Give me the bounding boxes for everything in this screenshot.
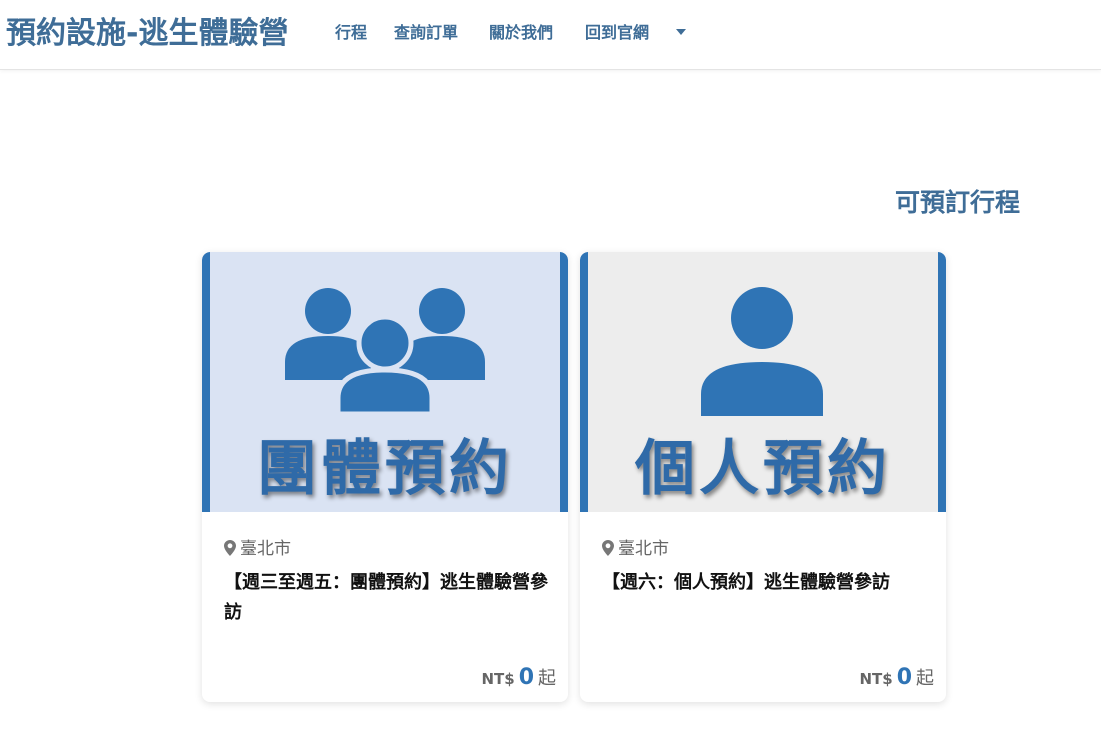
card-location: 臺北市 [224, 534, 291, 559]
price-currency: NT$ [481, 670, 515, 688]
location-pin-icon [224, 540, 236, 556]
price-currency: NT$ [859, 670, 893, 688]
card-title[interactable]: 【週六：個人預約】逃生體驗營參訪 [602, 568, 932, 598]
brand-title[interactable]: 預約設施-逃生體驗營 [6, 14, 288, 54]
card-price: NT$ 0 起 [859, 664, 934, 690]
nav-link-about-us[interactable]: 關於我們 [489, 22, 553, 44]
card-image-group[interactable]: 團體預約 [202, 252, 568, 512]
card-image-individual[interactable]: 個人預約 [580, 252, 946, 512]
card-location-text: 臺北市 [618, 539, 669, 559]
card-image-label: 個人預約 [635, 434, 891, 504]
section-title: 可預訂行程 [894, 188, 1020, 217]
navbar: 預約設施-逃生體驗營 行程 查詢訂單 關於我們 回到官網 [0, 0, 1101, 70]
nav-link-order-lookup[interactable]: 查詢訂單 [394, 22, 458, 44]
location-pin-icon [602, 540, 614, 556]
nav-link-schedule[interactable]: 行程 [335, 22, 367, 44]
card-price: NT$ 0 起 [481, 664, 556, 690]
price-suffix: 起 [538, 668, 556, 689]
nav-link-official-site[interactable]: 回到官網 [585, 22, 649, 44]
card-title[interactable]: 【週三至週五：團體預約】逃生體驗營參訪 [224, 568, 554, 628]
trip-card-individual[interactable]: 個人預約 臺北市 【週六：個人預約】逃生體驗營參訪 NT$ 0 起 [580, 252, 946, 702]
card-location: 臺北市 [602, 534, 669, 559]
card-location-text: 臺北市 [240, 539, 291, 559]
dropdown-caret-icon[interactable] [676, 29, 686, 35]
card-image-label: 團體預約 [257, 434, 513, 504]
price-amount: 0 [896, 665, 912, 690]
trip-card-group[interactable]: 團體預約 臺北市 【週三至週五：團體預約】逃生體驗營參訪 NT$ 0 起 [202, 252, 568, 702]
price-amount: 0 [518, 665, 534, 690]
price-suffix: 起 [916, 668, 934, 689]
